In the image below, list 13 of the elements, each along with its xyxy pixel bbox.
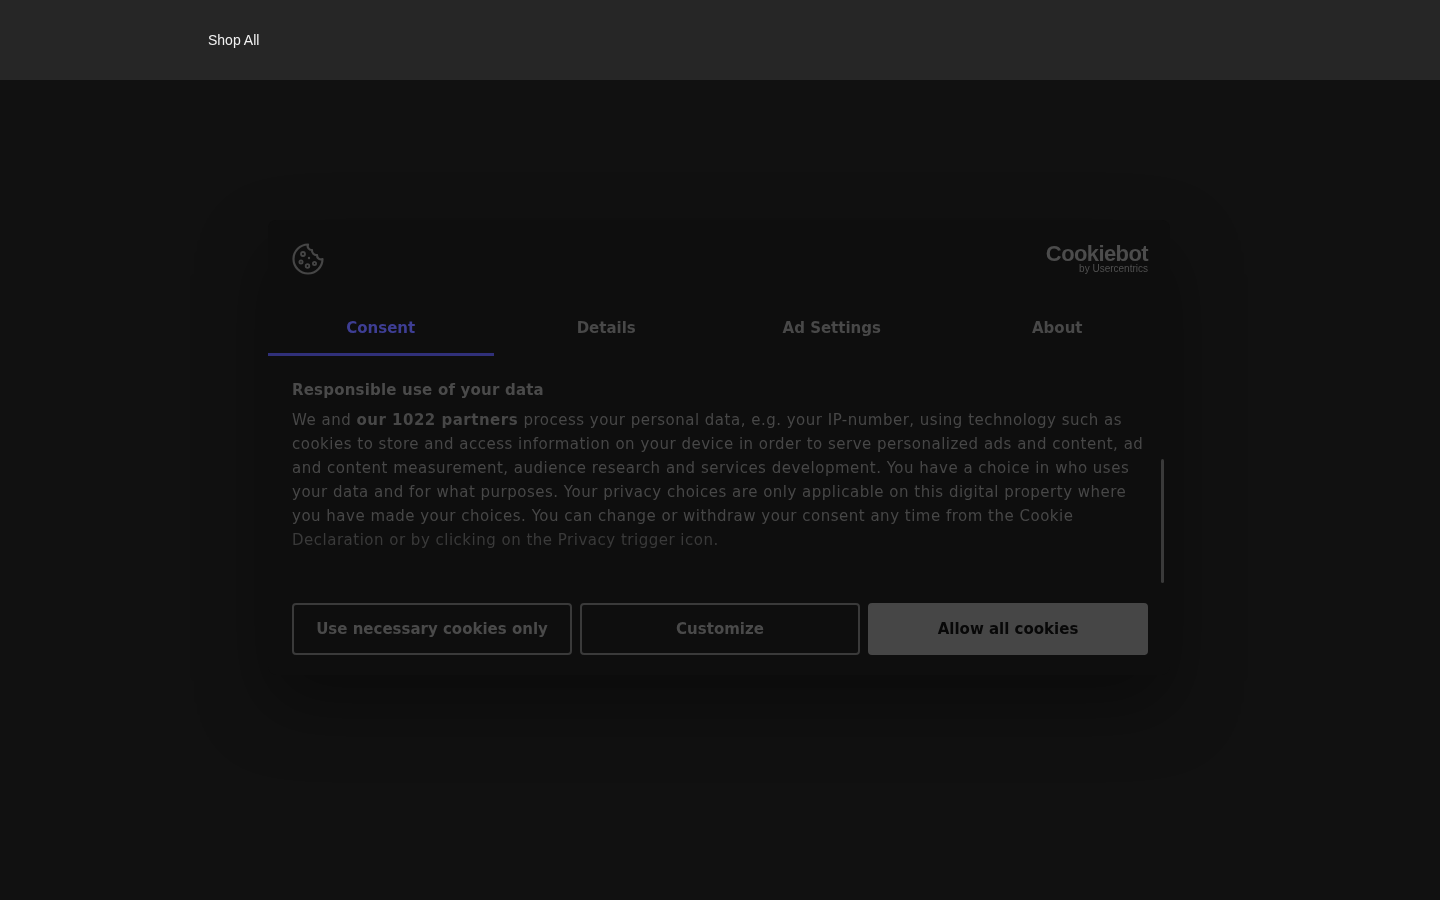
tab[interactable]: About bbox=[944, 300, 1170, 356]
section-heading: Responsible use of your data bbox=[292, 380, 545, 400]
tab[interactable]: Details bbox=[493, 300, 719, 356]
logo-wordmark: Cookiebot bbox=[1045, 244, 1148, 264]
cookie-icon bbox=[292, 243, 324, 275]
consent-button[interactable]: Use necessary cookies only bbox=[292, 603, 572, 655]
consent-button[interactable]: Customize bbox=[580, 603, 860, 655]
tab[interactable]: Ad Settings bbox=[719, 300, 945, 356]
logo-tagline: by Usercentrics bbox=[1079, 264, 1148, 274]
nav-link[interactable]: Shop All bbox=[208, 31, 260, 49]
tab[interactable]: Consent bbox=[268, 300, 494, 356]
scrollbar[interactable] bbox=[1161, 459, 1164, 583]
consent-button[interactable]: Allow all cookies bbox=[868, 603, 1148, 655]
